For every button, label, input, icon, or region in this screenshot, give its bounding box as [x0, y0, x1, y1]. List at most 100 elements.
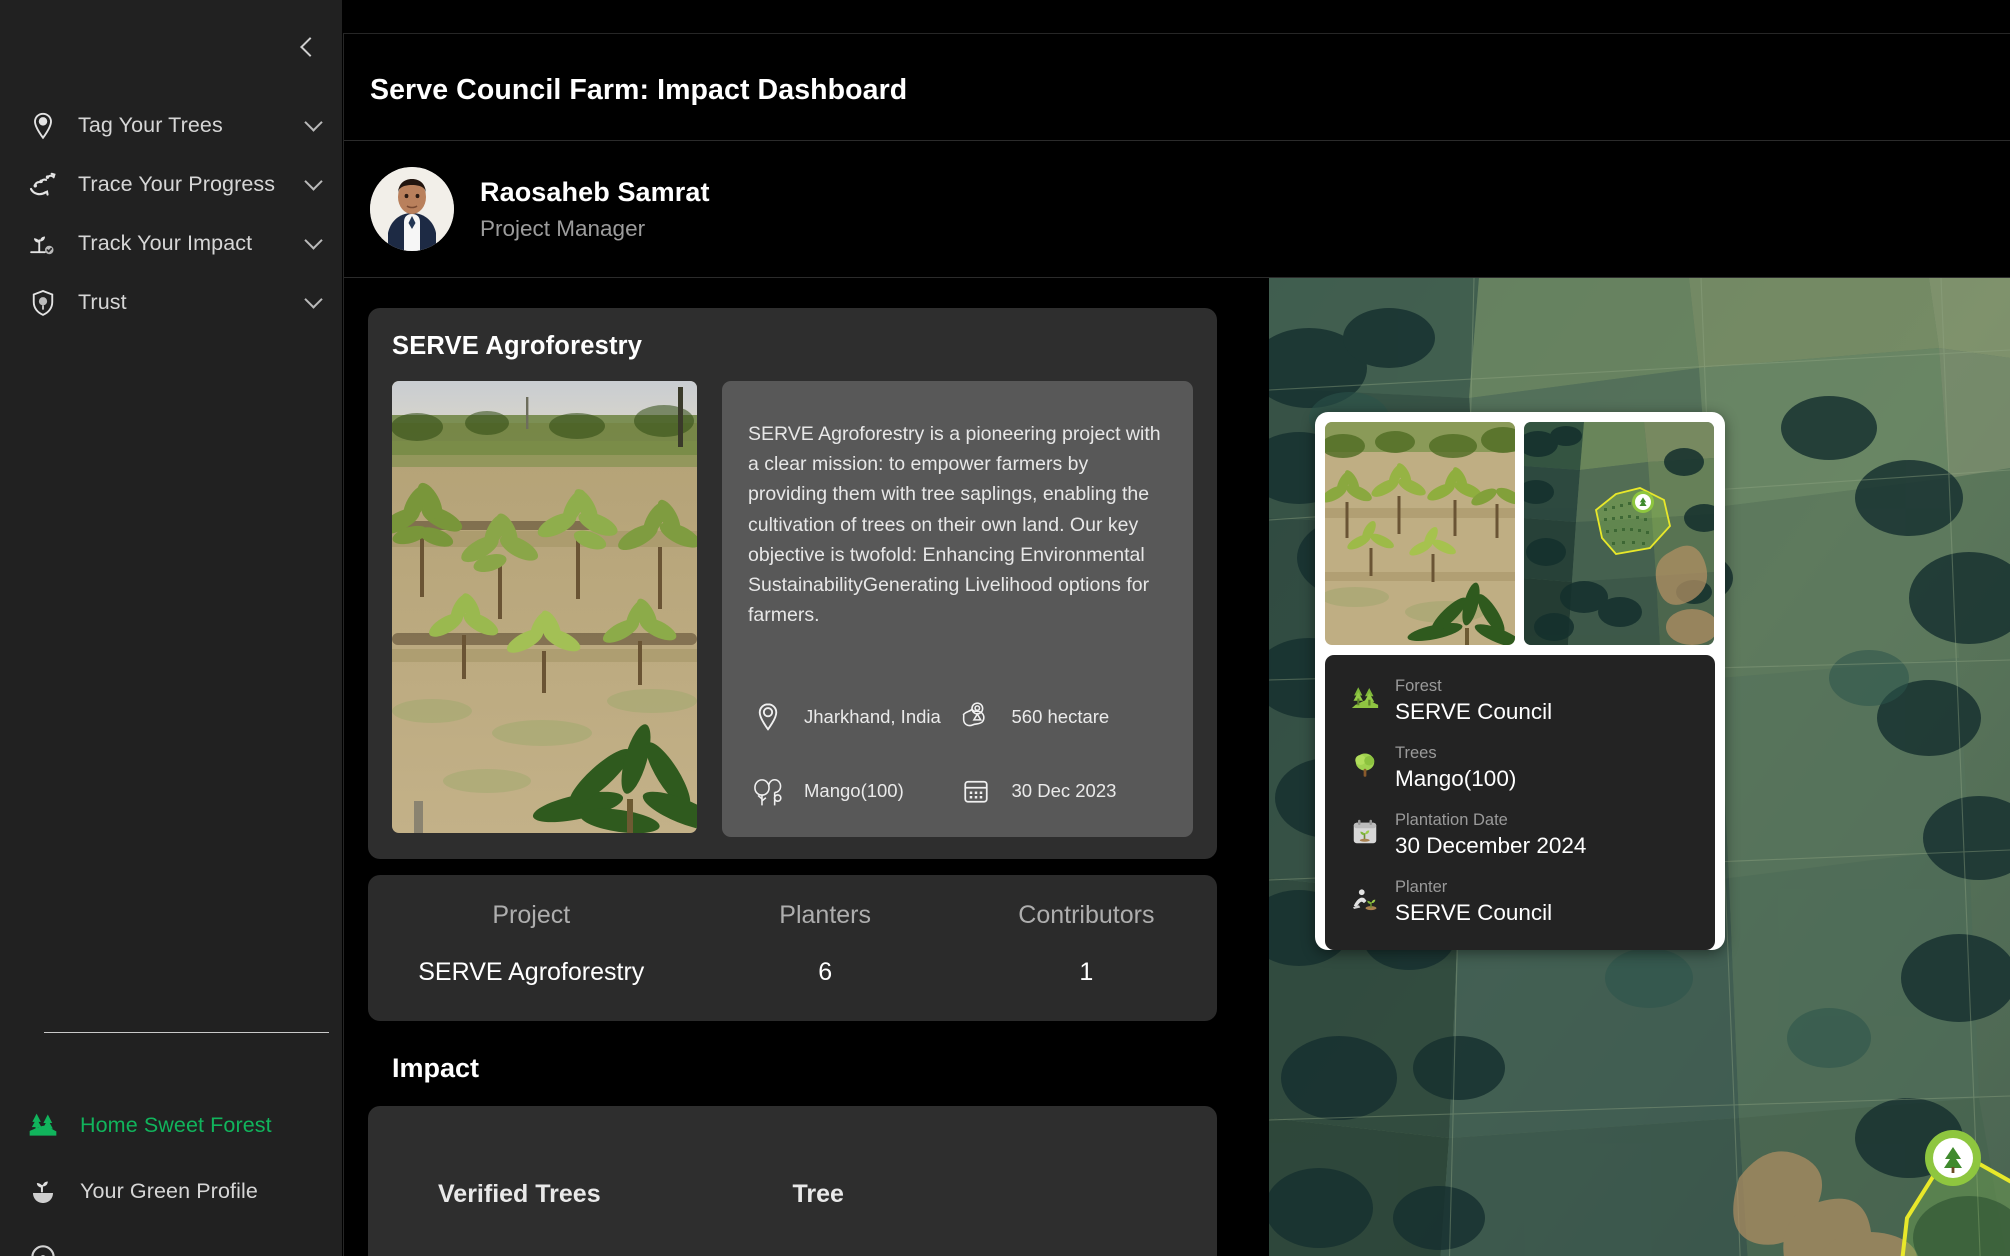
sidebar-item-track-your-impact[interactable]: Track Your Impact: [0, 214, 342, 273]
map-popup[interactable]: Forest SERVE Council Trees Mango(100) Pl…: [1315, 412, 1725, 950]
sidebar-item-support[interactable]: [0, 1224, 342, 1256]
collapse-sidebar-button[interactable]: [290, 30, 324, 64]
profile-header: Raosaheb Samrat Project Manager: [344, 141, 2010, 277]
sidebar-item-label: Home Sweet Forest: [80, 1112, 272, 1137]
popup-detail-text: Planter SERVE Council: [1395, 878, 1552, 926]
sidebar-nav: Tag Your Trees Trace Your Progress Track…: [0, 96, 342, 332]
meta-text: 30 Dec 2023: [1011, 779, 1117, 801]
popup-detail-value: SERVE Council: [1395, 900, 1553, 925]
calendar-icon: [956, 771, 996, 811]
meta-text: 560 hectare: [1011, 705, 1110, 727]
sidebar-item-home-sweet-forest[interactable]: Home Sweet Forest: [0, 1092, 342, 1158]
impact-header-tree: Tree: [792, 1179, 844, 1208]
left-column: SERVE Agroforestry SERVE Agroforestry is…: [344, 278, 1217, 1256]
popup-detail-forest: Forest SERVE Council: [1343, 677, 1697, 725]
meta-date: 30 Dec 2023: [956, 771, 1164, 811]
popup-detail-label: Forest: [1395, 677, 1442, 695]
project-description: SERVE Agroforestry is a pioneering proje…: [748, 423, 1161, 627]
potted-plant-icon: [26, 1174, 60, 1208]
profile-text: Raosaheb Samrat Project Manager: [480, 177, 710, 242]
impact-section-title: Impact: [392, 1052, 480, 1083]
project-meta-grid: Jharkhand, India 560 hectare Mango(100) …: [748, 697, 1163, 811]
chevron-down-icon[interactable]: [304, 172, 323, 191]
forest-icon: [1343, 677, 1387, 719]
popup-details: Forest SERVE Council Trees Mango(100) Pl…: [1325, 655, 1715, 950]
chevron-down-icon[interactable]: [304, 290, 323, 309]
meta-trees: Mango(100): [748, 771, 956, 811]
popup-detail-text: Trees Mango(100): [1395, 744, 1516, 792]
shield-icon: [26, 286, 60, 320]
project-photo: [392, 381, 697, 833]
stats-header-row: Project Planters Contributors: [368, 901, 1217, 930]
impact-header-verified-trees: Verified Trees: [438, 1179, 601, 1208]
chevron-down-icon[interactable]: [304, 113, 323, 132]
sidebar-item-trace-your-progress[interactable]: Trace Your Progress: [0, 155, 342, 214]
stats-header-contributors: Contributors: [1018, 900, 1155, 929]
chevron-down-icon[interactable]: [304, 231, 323, 250]
project-card-title: SERVE Agroforestry: [392, 332, 643, 360]
project-card: SERVE Agroforestry SERVE Agroforestry is…: [368, 308, 1217, 859]
page-title: Serve Council Farm: Impact Dashboard: [370, 74, 908, 106]
main-content: Serve Council Farm: Impact Dashboard Rao…: [343, 0, 2010, 1256]
sidebar-divider: [44, 1032, 329, 1033]
stats-value-row: SERVE Agroforestry 6 1: [368, 958, 1217, 987]
sidebar-item-label: Track Your Impact: [78, 231, 253, 255]
seedling-check-icon: [26, 227, 60, 261]
impact-header-row: Verified Trees Tree: [368, 1180, 1217, 1209]
popup-detail-label: Trees: [1395, 744, 1437, 762]
sidebar-bottom-nav: Home Sweet Forest Your Green Profile: [0, 1092, 342, 1256]
app-root: Tag Your Trees Trace Your Progress Track…: [0, 0, 2010, 1256]
support-headset-icon: [26, 1240, 60, 1256]
stats-header-planters: Planters: [779, 900, 871, 929]
popup-detail-label: Plantation Date: [1395, 811, 1508, 829]
popup-detail-text: Plantation Date 30 December 2024: [1395, 811, 1586, 859]
sidebar-item-label: Tag Your Trees: [78, 113, 223, 137]
sprout-progress-icon: [26, 168, 60, 202]
satellite-map[interactable]: Forest SERVE Council Trees Mango(100) Pl…: [1269, 278, 2010, 1256]
meta-location: Jharkhand, India: [748, 697, 956, 737]
popup-detail-planter: Planter SERVE Council: [1343, 878, 1697, 926]
meta-text: Jharkhand, India: [804, 705, 941, 727]
popup-thumb-orchard-photo[interactable]: [1325, 422, 1515, 645]
popup-thumbnails: [1325, 422, 1715, 645]
stats-card: Project Planters Contributors SERVE Agro…: [368, 874, 1217, 1021]
meta-text: Mango(100): [804, 779, 904, 801]
popup-detail-value: SERVE Council: [1395, 699, 1553, 724]
popup-detail-value: Mango(100): [1395, 766, 1517, 791]
stats-value-project: SERVE Agroforestry: [418, 957, 645, 986]
meta-area: 560 hectare: [956, 697, 1164, 737]
sidebar-item-tag-your-trees[interactable]: Tag Your Trees: [0, 96, 342, 155]
forest-home-icon: [26, 1108, 60, 1142]
sidebar: Tag Your Trees Trace Your Progress Track…: [0, 0, 343, 1256]
planter-icon: [1343, 878, 1387, 920]
location-pin-icon: [748, 697, 788, 737]
page-container: Serve Council Farm: Impact Dashboard Rao…: [343, 33, 2010, 1256]
profile-name: Raosaheb Samrat: [480, 176, 710, 207]
chevron-left-icon: [299, 37, 320, 57]
sidebar-item-label: Your Green Profile: [80, 1178, 258, 1203]
sidebar-item-label: Trace Your Progress: [78, 172, 276, 196]
popup-thumb-satellite-plot[interactable]: [1524, 422, 1714, 645]
sidebar-item-trust[interactable]: Trust: [0, 273, 342, 332]
project-info-panel: SERVE Agroforestry is a pioneering proje…: [722, 381, 1193, 837]
map-pin-tree-icon: [26, 109, 60, 143]
popup-detail-value: 30 December 2024: [1395, 833, 1587, 858]
tree-icon: [1343, 744, 1387, 786]
area-map-icon: [956, 697, 996, 737]
avatar: [370, 167, 454, 251]
project-body: SERVE Agroforestry is a pioneering proje…: [392, 381, 1193, 837]
content-area: SERVE Agroforestry SERVE Agroforestry is…: [344, 278, 2010, 1256]
calendar-plant-icon: [1343, 811, 1387, 853]
plot-marker-icon: [1632, 491, 1654, 513]
stats-header-project: Project: [492, 900, 571, 929]
popup-detail-plantation-date: Plantation Date 30 December 2024: [1343, 811, 1697, 859]
popup-detail-label: Planter: [1395, 878, 1448, 896]
popup-detail-text: Forest SERVE Council: [1395, 677, 1552, 725]
popup-detail-trees: Trees Mango(100): [1343, 744, 1697, 792]
profile-role: Project Manager: [480, 215, 646, 241]
trees-icon: [748, 771, 788, 811]
impact-card: Verified Trees Tree: [368, 1105, 1217, 1256]
sidebar-item-label: Trust: [78, 290, 127, 314]
stats-value-contributors: 1: [1079, 957, 1094, 986]
sidebar-item-your-green-profile[interactable]: Your Green Profile: [0, 1158, 342, 1224]
